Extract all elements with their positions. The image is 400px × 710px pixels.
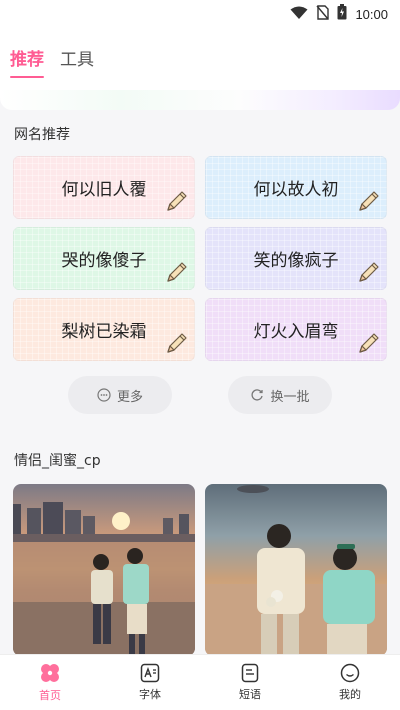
phrase-icon xyxy=(241,663,259,683)
nav-profile[interactable]: 我的 xyxy=(315,663,385,702)
profile-icon xyxy=(340,663,360,683)
no-sim-icon xyxy=(316,4,330,24)
photo-row xyxy=(13,484,387,656)
top-tab-bar: 推荐 工具 xyxy=(0,28,400,90)
name-action-row: 更多 换一批 xyxy=(0,376,400,414)
name-card-text: 梨树已染霜 xyxy=(61,322,147,342)
section-title-photos: 情侣_闺蜜_cp xyxy=(14,453,101,469)
name-card-text: 何以故人初 xyxy=(253,180,339,200)
more-button-label: 更多 xyxy=(116,389,143,405)
name-card[interactable]: 梨树已染霜 xyxy=(13,298,195,361)
refresh-button[interactable]: 换一批 xyxy=(228,376,332,414)
pencil-icon xyxy=(164,330,190,356)
couple-photo-2[interactable] xyxy=(205,484,387,656)
pencil-icon xyxy=(164,259,190,285)
nav-home-label: 首页 xyxy=(39,689,61,702)
pencil-icon xyxy=(164,188,190,214)
nav-phrase-label: 短语 xyxy=(239,688,261,701)
name-card[interactable]: 灯火入眉弯 xyxy=(205,298,387,361)
pencil-icon xyxy=(356,330,382,356)
name-card[interactable]: 哭的像傻子 xyxy=(13,227,195,290)
font-icon xyxy=(140,663,160,683)
clock-time: 10:00 xyxy=(355,6,388,22)
tab-tools[interactable]: 工具 xyxy=(60,45,94,74)
name-card-text: 笑的像疯子 xyxy=(253,251,339,271)
nav-font[interactable]: 字体 xyxy=(115,663,185,702)
name-card[interactable]: 笑的像疯子 xyxy=(205,227,387,290)
name-card-grid: 何以旧人覆 何以故人初 哭的像傻子 笑的像疯子 梨树已染霜 灯火入眉弯 xyxy=(13,156,387,361)
name-card-text: 何以旧人覆 xyxy=(61,180,147,200)
pencil-icon xyxy=(356,259,382,285)
nav-font-label: 字体 xyxy=(139,688,161,701)
name-card-text: 灯火入眉弯 xyxy=(253,322,339,342)
name-card[interactable]: 何以旧人覆 xyxy=(13,156,195,219)
tab-recommend[interactable]: 推荐 xyxy=(10,45,44,78)
nav-phrase[interactable]: 短语 xyxy=(215,663,285,702)
banner-strip[interactable] xyxy=(0,90,400,110)
home-flower-icon xyxy=(41,664,59,682)
status-bar: 10:00 xyxy=(0,0,400,28)
battery-icon xyxy=(337,4,347,24)
wifi-icon xyxy=(290,5,308,24)
name-card-text: 哭的像傻子 xyxy=(61,251,147,271)
refresh-icon xyxy=(251,389,264,401)
pencil-icon xyxy=(356,188,382,214)
bottom-nav: 首页 字体 短语 我的 xyxy=(0,654,400,710)
nav-profile-label: 我的 xyxy=(339,688,361,701)
more-button[interactable]: 更多 xyxy=(68,376,172,414)
more-dots-icon xyxy=(97,388,111,402)
section-title-names: 网名推荐 xyxy=(14,127,70,143)
name-card[interactable]: 何以故人初 xyxy=(205,156,387,219)
refresh-button-label: 换一批 xyxy=(270,389,310,405)
nav-home[interactable]: 首页 xyxy=(15,662,85,703)
couple-photo-1[interactable] xyxy=(13,484,195,656)
